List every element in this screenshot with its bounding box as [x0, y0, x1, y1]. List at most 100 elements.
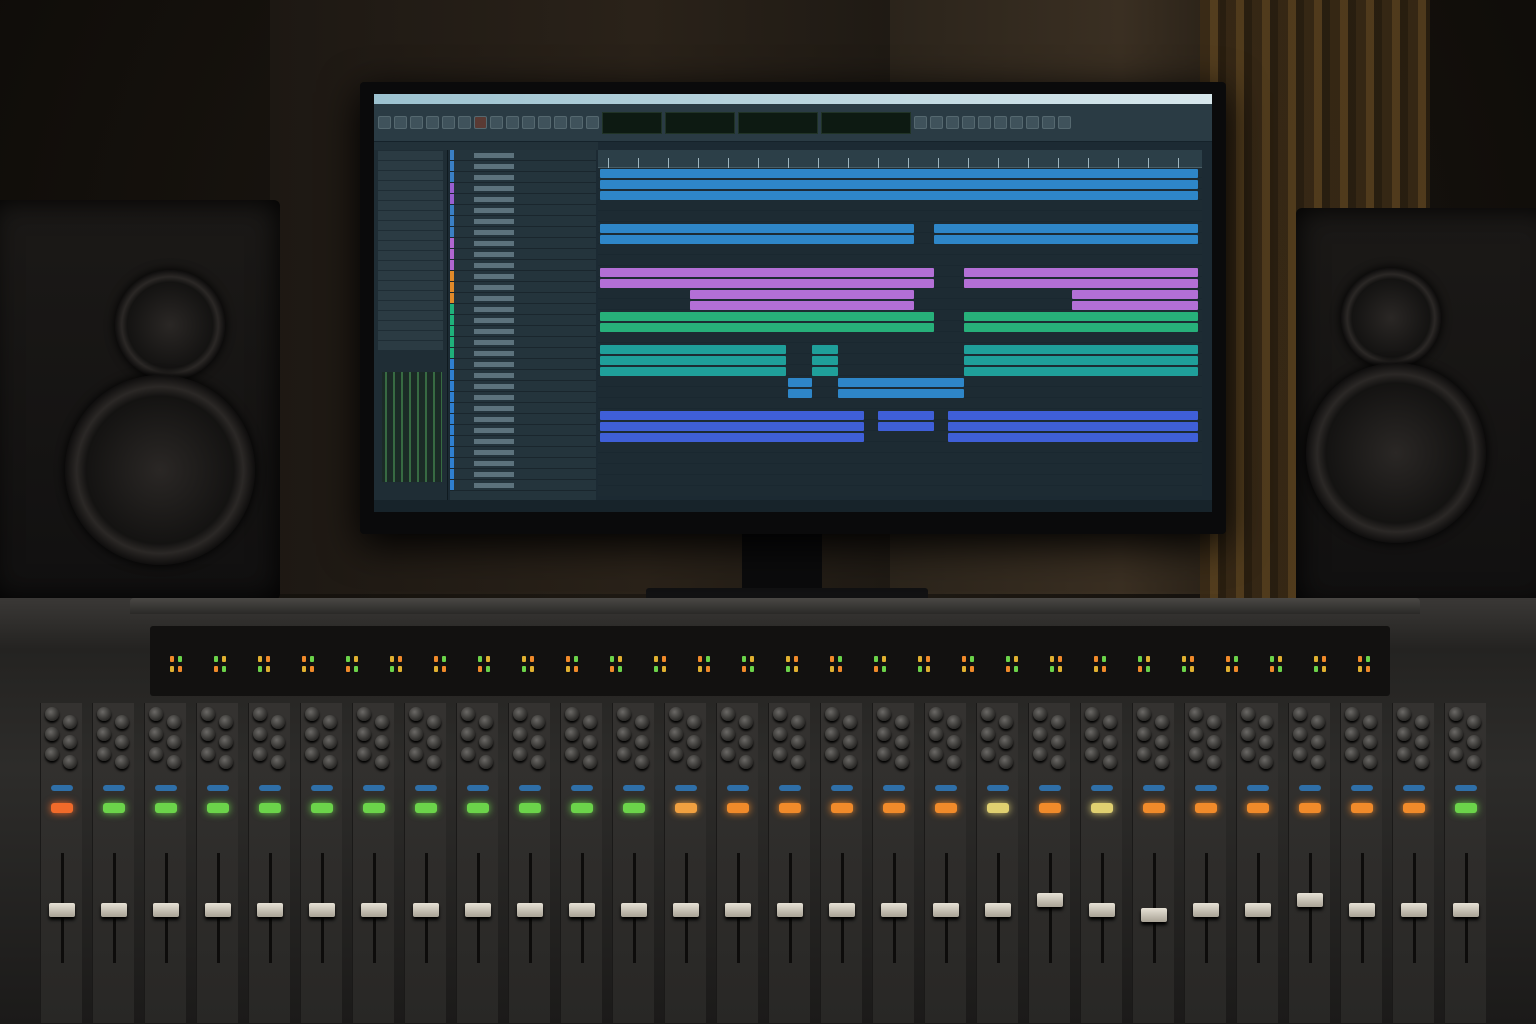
- rotary-knob[interactable]: [1467, 715, 1481, 729]
- rotary-knob[interactable]: [305, 727, 319, 741]
- track-row[interactable]: [450, 172, 596, 183]
- channel-blue-button[interactable]: [1195, 785, 1217, 791]
- rotary-knob[interactable]: [323, 735, 337, 749]
- audio-clip[interactable]: [600, 411, 864, 420]
- rotary-knob[interactable]: [843, 755, 857, 769]
- rotary-knob[interactable]: [531, 715, 545, 729]
- track-row[interactable]: [450, 458, 596, 469]
- rotary-knob[interactable]: [1241, 727, 1255, 741]
- inspector-row[interactable]: [378, 241, 443, 250]
- rotary-knob[interactable]: [1449, 727, 1463, 741]
- rotary-knob[interactable]: [375, 735, 389, 749]
- audio-clip[interactable]: [964, 323, 1198, 332]
- rotary-knob[interactable]: [981, 707, 995, 721]
- inspector-row[interactable]: [378, 291, 443, 300]
- channel-fader[interactable]: [205, 903, 231, 917]
- toolbar-button[interactable]: [946, 116, 959, 129]
- channel-fader[interactable]: [1089, 903, 1115, 917]
- channel-select-button[interactable]: [935, 803, 957, 813]
- audio-clip[interactable]: [964, 367, 1198, 376]
- inspector-row[interactable]: [378, 261, 443, 270]
- channel-blue-button[interactable]: [623, 785, 645, 791]
- rotary-knob[interactable]: [981, 727, 995, 741]
- channel-select-button[interactable]: [155, 803, 177, 813]
- toolbar-button[interactable]: [930, 116, 943, 129]
- rotary-knob[interactable]: [409, 747, 423, 761]
- rotary-knob[interactable]: [323, 755, 337, 769]
- channel-fader[interactable]: [465, 903, 491, 917]
- inspector-row[interactable]: [378, 301, 443, 310]
- audio-clip[interactable]: [1072, 301, 1198, 310]
- channel-fader[interactable]: [985, 903, 1011, 917]
- inspector-row[interactable]: [378, 311, 443, 320]
- channel-blue-button[interactable]: [51, 785, 73, 791]
- toolbar-button[interactable]: [474, 116, 487, 129]
- channel-fader[interactable]: [1141, 908, 1167, 922]
- rotary-knob[interactable]: [1415, 735, 1429, 749]
- toolbar-button[interactable]: [1010, 116, 1023, 129]
- channel-select-button[interactable]: [1247, 803, 1269, 813]
- rotary-knob[interactable]: [583, 735, 597, 749]
- audio-clip[interactable]: [812, 345, 838, 354]
- rotary-knob[interactable]: [773, 727, 787, 741]
- toolbar-button[interactable]: [410, 116, 423, 129]
- inspector-row[interactable]: [378, 321, 443, 330]
- rotary-knob[interactable]: [1051, 715, 1065, 729]
- channel-select-button[interactable]: [1091, 803, 1113, 813]
- channel-blue-button[interactable]: [1455, 785, 1477, 791]
- channel-select-button[interactable]: [311, 803, 333, 813]
- audio-clip[interactable]: [600, 191, 1198, 200]
- rotary-knob[interactable]: [1467, 735, 1481, 749]
- rotary-knob[interactable]: [791, 755, 805, 769]
- rotary-knob[interactable]: [565, 727, 579, 741]
- audio-clip[interactable]: [788, 389, 812, 398]
- channel-blue-button[interactable]: [519, 785, 541, 791]
- channel-select-button[interactable]: [727, 803, 749, 813]
- rotary-knob[interactable]: [1155, 715, 1169, 729]
- rotary-knob[interactable]: [721, 747, 735, 761]
- audio-clip[interactable]: [812, 356, 838, 365]
- rotary-knob[interactable]: [115, 735, 129, 749]
- rotary-knob[interactable]: [219, 715, 233, 729]
- toolbar-button[interactable]: [378, 116, 391, 129]
- rotary-knob[interactable]: [1293, 747, 1307, 761]
- rotary-knob[interactable]: [357, 727, 371, 741]
- channel-select-button[interactable]: [103, 803, 125, 813]
- rotary-knob[interactable]: [739, 735, 753, 749]
- track-row[interactable]: [450, 282, 596, 293]
- toolbar-button[interactable]: [994, 116, 1007, 129]
- rotary-knob[interactable]: [1345, 747, 1359, 761]
- rotary-knob[interactable]: [167, 715, 181, 729]
- audio-clip[interactable]: [690, 290, 914, 299]
- toolbar-button[interactable]: [914, 116, 927, 129]
- channel-select-button[interactable]: [1455, 803, 1477, 813]
- audio-clip[interactable]: [812, 367, 838, 376]
- inspector-row[interactable]: [378, 181, 443, 190]
- rotary-knob[interactable]: [1293, 727, 1307, 741]
- channel-blue-button[interactable]: [467, 785, 489, 791]
- audio-clip[interactable]: [838, 389, 964, 398]
- rotary-knob[interactable]: [1311, 735, 1325, 749]
- rotary-knob[interactable]: [843, 715, 857, 729]
- channel-blue-button[interactable]: [883, 785, 905, 791]
- channel-blue-button[interactable]: [1247, 785, 1269, 791]
- rotary-knob[interactable]: [929, 707, 943, 721]
- toolbar-button[interactable]: [458, 116, 471, 129]
- toolbar-button[interactable]: [394, 116, 407, 129]
- rotary-knob[interactable]: [167, 755, 181, 769]
- channel-blue-button[interactable]: [1299, 785, 1321, 791]
- rotary-knob[interactable]: [305, 747, 319, 761]
- inspector-row[interactable]: [378, 251, 443, 260]
- rotary-knob[interactable]: [1155, 735, 1169, 749]
- toolbar-button[interactable]: [538, 116, 551, 129]
- rotary-knob[interactable]: [1033, 747, 1047, 761]
- rotary-knob[interactable]: [115, 715, 129, 729]
- rotary-knob[interactable]: [271, 735, 285, 749]
- rotary-knob[interactable]: [1363, 735, 1377, 749]
- audio-clip[interactable]: [600, 169, 1198, 178]
- rotary-knob[interactable]: [999, 755, 1013, 769]
- rotary-knob[interactable]: [253, 707, 267, 721]
- track-row[interactable]: [450, 194, 596, 205]
- rotary-knob[interactable]: [1259, 715, 1273, 729]
- channel-blue-button[interactable]: [987, 785, 1009, 791]
